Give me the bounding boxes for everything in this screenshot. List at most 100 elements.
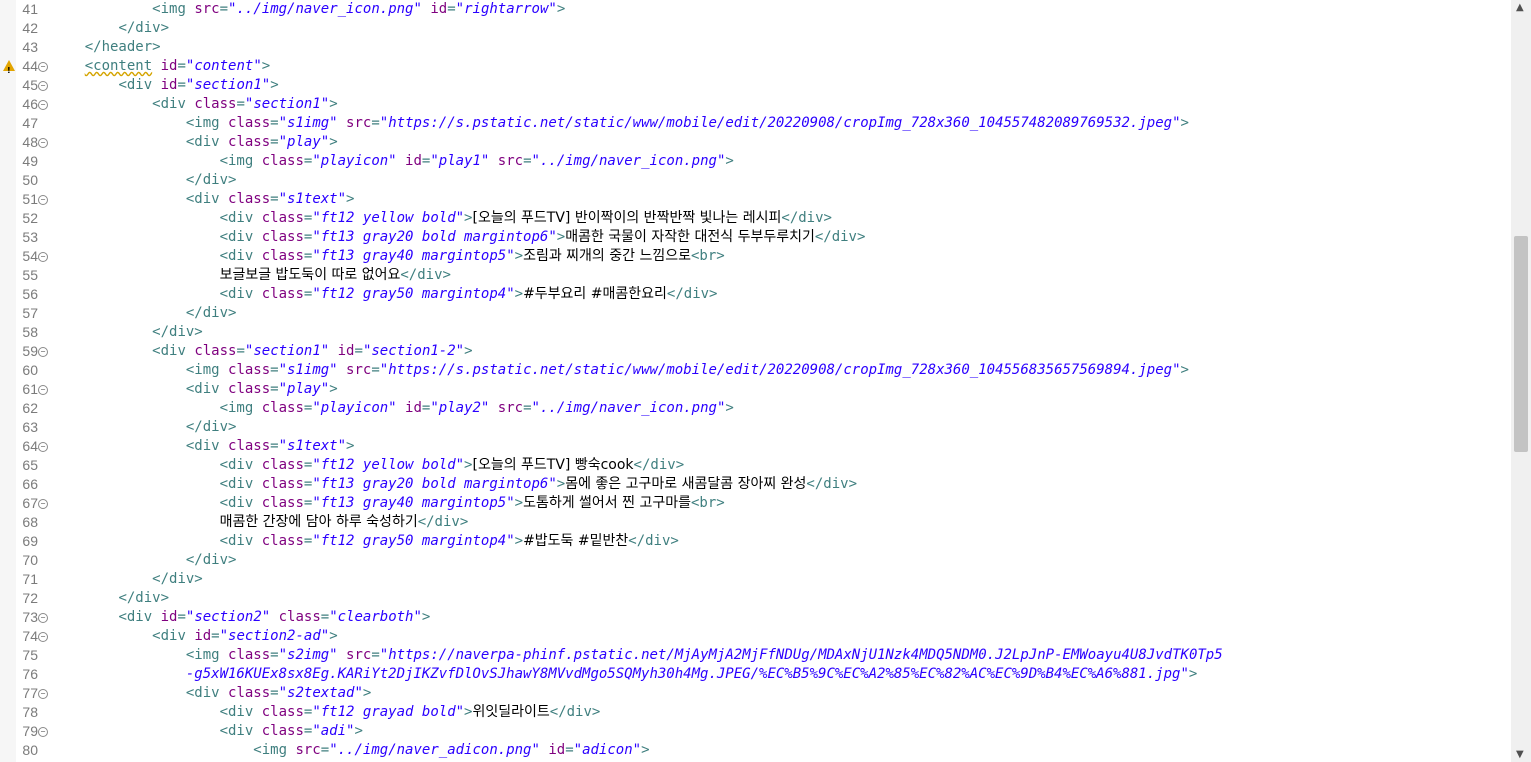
code-text[interactable]: -g5xW16KUEx8sx8Eg.KARiYt2DjIKZvfDlOvSJha… <box>51 665 1197 684</box>
code-line[interactable]: 66 <div class="ft13 gray20 bold marginto… <box>16 475 1510 494</box>
code-line[interactable]: 45− <div id="section1"> <box>16 76 1510 95</box>
code-line[interactable]: 68 매콤한 간장에 담아 하루 숙성하기</div> <box>16 513 1510 532</box>
code-text[interactable]: <div class="ft13 gray20 bold margintop6"… <box>51 475 857 494</box>
code-line[interactable]: 56 <div class="ft12 gray50 margintop4">#… <box>16 285 1510 304</box>
code-text[interactable]: <img class="s2img" src="https://naverpa-… <box>51 646 1223 665</box>
code-line[interactable]: 64− <div class="s1text"> <box>16 437 1510 456</box>
code-line[interactable]: 51− <div class="s1text"> <box>16 190 1510 209</box>
code-editor[interactable]: 41 <img src="../img/naver_icon.png" id="… <box>0 0 1531 762</box>
code-line[interactable]: 50 </div> <box>16 171 1510 190</box>
code-line[interactable]: 69 <div class="ft12 gray50 margintop4">#… <box>16 532 1510 551</box>
code-text[interactable]: <img class="s1img" src="https://s.pstati… <box>51 114 1189 133</box>
code-text[interactable]: <div class="adi"> <box>51 722 363 741</box>
code-text[interactable]: <div class="ft12 grayad bold">위잇딜라이트</di… <box>51 703 601 722</box>
scroll-thumb[interactable] <box>1514 236 1528 452</box>
fold-minus-icon[interactable]: − <box>38 138 48 148</box>
fold-minus-icon[interactable]: − <box>38 613 48 623</box>
warning-icon[interactable] <box>3 60 15 80</box>
code-line[interactable]: 46− <div class="section1"> <box>16 95 1510 114</box>
code-text[interactable]: </div> <box>51 589 169 608</box>
code-line[interactable]: 70 </div> <box>16 551 1510 570</box>
fold-minus-icon[interactable]: − <box>38 727 48 737</box>
code-line[interactable]: 75 <img class="s2img" src="https://naver… <box>16 646 1510 665</box>
code-line[interactable]: 49 <img class="playicon" id="play1" src=… <box>16 152 1510 171</box>
code-line[interactable]: 53 <div class="ft13 gray20 bold marginto… <box>16 228 1510 247</box>
code-line[interactable]: 62 <img class="playicon" id="play2" src=… <box>16 399 1510 418</box>
code-line[interactable]: 61− <div class="play"> <box>16 380 1510 399</box>
fold-minus-icon[interactable]: − <box>38 632 48 642</box>
fold-minus-icon[interactable]: − <box>38 385 48 395</box>
code-text[interactable]: </header> <box>51 38 161 57</box>
code-text[interactable]: <img src="../img/naver_adicon.png" id="a… <box>51 741 649 760</box>
vertical-scrollbar[interactable]: ▲ ▼ <box>1511 0 1531 762</box>
code-line[interactable]: 73− <div id="section2" class="clearboth"… <box>16 608 1510 627</box>
code-line[interactable]: 47 <img class="s1img" src="https://s.pst… <box>16 114 1510 133</box>
fold-minus-icon[interactable]: − <box>38 499 48 509</box>
code-line[interactable]: 77− <div class="s2textad"> <box>16 684 1510 703</box>
fold-minus-icon[interactable]: − <box>38 442 48 452</box>
code-line[interactable]: 42 </div> <box>16 19 1510 38</box>
code-line[interactable]: 41 <img src="../img/naver_icon.png" id="… <box>16 0 1510 19</box>
code-text[interactable]: <div class="ft13 gray40 margintop5">도톰하게… <box>51 494 725 513</box>
code-text[interactable]: </div> <box>51 19 169 38</box>
scroll-up-arrow-icon[interactable]: ▲ <box>1516 2 1524 13</box>
code-text[interactable]: </div> <box>51 323 203 342</box>
fold-minus-icon[interactable]: − <box>38 195 48 205</box>
code-text[interactable]: </div> <box>51 304 237 323</box>
code-line[interactable]: 71 </div> <box>16 570 1510 589</box>
code-line[interactable]: 76 -g5xW16KUEx8sx8Eg.KARiYt2DjIKZvfDlOvS… <box>16 665 1510 684</box>
code-line[interactable]: 79− <div class="adi"> <box>16 722 1510 741</box>
code-line[interactable]: 60 <img class="s1img" src="https://s.pst… <box>16 361 1510 380</box>
code-line[interactable]: 43 </header> <box>16 38 1510 57</box>
code-text[interactable]: </div> <box>51 171 237 190</box>
code-line[interactable]: 44− <content id="content"> <box>3 57 1510 80</box>
fold-minus-icon[interactable]: − <box>38 62 48 72</box>
code-text[interactable]: <div class="ft12 gray50 margintop4">#두부요… <box>51 285 718 304</box>
fold-minus-icon[interactable]: − <box>38 347 48 357</box>
code-text[interactable]: </div> <box>51 570 203 589</box>
code-text[interactable]: <img class="s1img" src="https://s.pstati… <box>51 361 1189 380</box>
code-text[interactable]: 매콤한 간장에 담아 하루 숙성하기</div> <box>51 513 469 532</box>
code-line[interactable]: 52 <div class="ft12 yellow bold">[오늘의 푸드… <box>16 209 1510 228</box>
code-text[interactable]: <div class="section1"> <box>51 95 337 114</box>
code-line[interactable]: 80 <img src="../img/naver_adicon.png" id… <box>16 741 1510 760</box>
code-text[interactable]: <div class="ft13 gray20 bold margintop6"… <box>51 228 866 247</box>
code-text[interactable]: <div id="section1"> <box>51 76 278 95</box>
code-text[interactable]: </div> <box>51 551 237 570</box>
code-line[interactable]: 65 <div class="ft12 yellow bold">[오늘의 푸드… <box>16 456 1510 475</box>
code-line[interactable]: 48− <div class="play"> <box>16 133 1510 152</box>
code-text[interactable]: <div class="ft12 yellow bold">[오늘의 푸드TV]… <box>51 456 685 475</box>
code-lines[interactable]: 41 <img src="../img/naver_icon.png" id="… <box>3 0 1510 762</box>
code-text[interactable]: <div class="s1text"> <box>51 190 355 209</box>
code-text[interactable]: 보글보글 밥도둑이 따로 없어요</div> <box>51 266 451 285</box>
code-text[interactable]: <img src="../img/naver_icon.png" id="rig… <box>51 0 565 19</box>
code-text[interactable]: <div class="play"> <box>51 380 338 399</box>
code-line[interactable]: 67− <div class="ft13 gray40 margintop5">… <box>16 494 1510 513</box>
code-text[interactable]: <div class="s2textad"> <box>51 684 371 703</box>
fold-minus-icon[interactable]: − <box>38 100 48 110</box>
code-text[interactable]: <div id="section2" class="clearboth"> <box>51 608 430 627</box>
code-text[interactable]: <img class="playicon" id="play1" src="..… <box>51 152 734 171</box>
code-line[interactable]: 59− <div class="section1" id="section1-2… <box>16 342 1510 361</box>
scroll-down-arrow-icon[interactable]: ▼ <box>1516 749 1524 760</box>
code-line[interactable]: 78 <div class="ft12 grayad bold">위잇딜라이트<… <box>16 703 1510 722</box>
code-text[interactable]: <div class="s1text"> <box>51 437 355 456</box>
fold-minus-icon[interactable]: − <box>38 689 48 699</box>
code-line[interactable]: 57 </div> <box>16 304 1510 323</box>
code-line[interactable]: 72 </div> <box>16 589 1510 608</box>
code-line[interactable]: 74− <div id="section2-ad"> <box>16 627 1510 646</box>
code-text[interactable]: <div class="play"> <box>51 133 338 152</box>
code-text[interactable]: <content id="content"> <box>51 57 270 76</box>
fold-minus-icon[interactable]: − <box>38 252 48 262</box>
code-line[interactable]: 55 보글보글 밥도둑이 따로 없어요</div> <box>16 266 1510 285</box>
code-line[interactable]: 58 </div> <box>16 323 1510 342</box>
code-text[interactable]: </div> <box>51 418 237 437</box>
code-line[interactable]: 63 </div> <box>16 418 1510 437</box>
code-text[interactable]: <div class="ft12 gray50 margintop4">#밥도둑… <box>51 532 679 551</box>
code-text[interactable]: <div class="ft13 gray40 margintop5">조림과 … <box>51 247 725 266</box>
code-text[interactable]: <div id="section2-ad"> <box>51 627 337 646</box>
code-line[interactable]: 54− <div class="ft13 gray40 margintop5">… <box>16 247 1510 266</box>
code-text[interactable]: <div class="section1" id="section1-2"> <box>51 342 472 361</box>
fold-minus-icon[interactable]: − <box>38 81 48 91</box>
code-text[interactable]: <img class="playicon" id="play2" src="..… <box>51 399 734 418</box>
